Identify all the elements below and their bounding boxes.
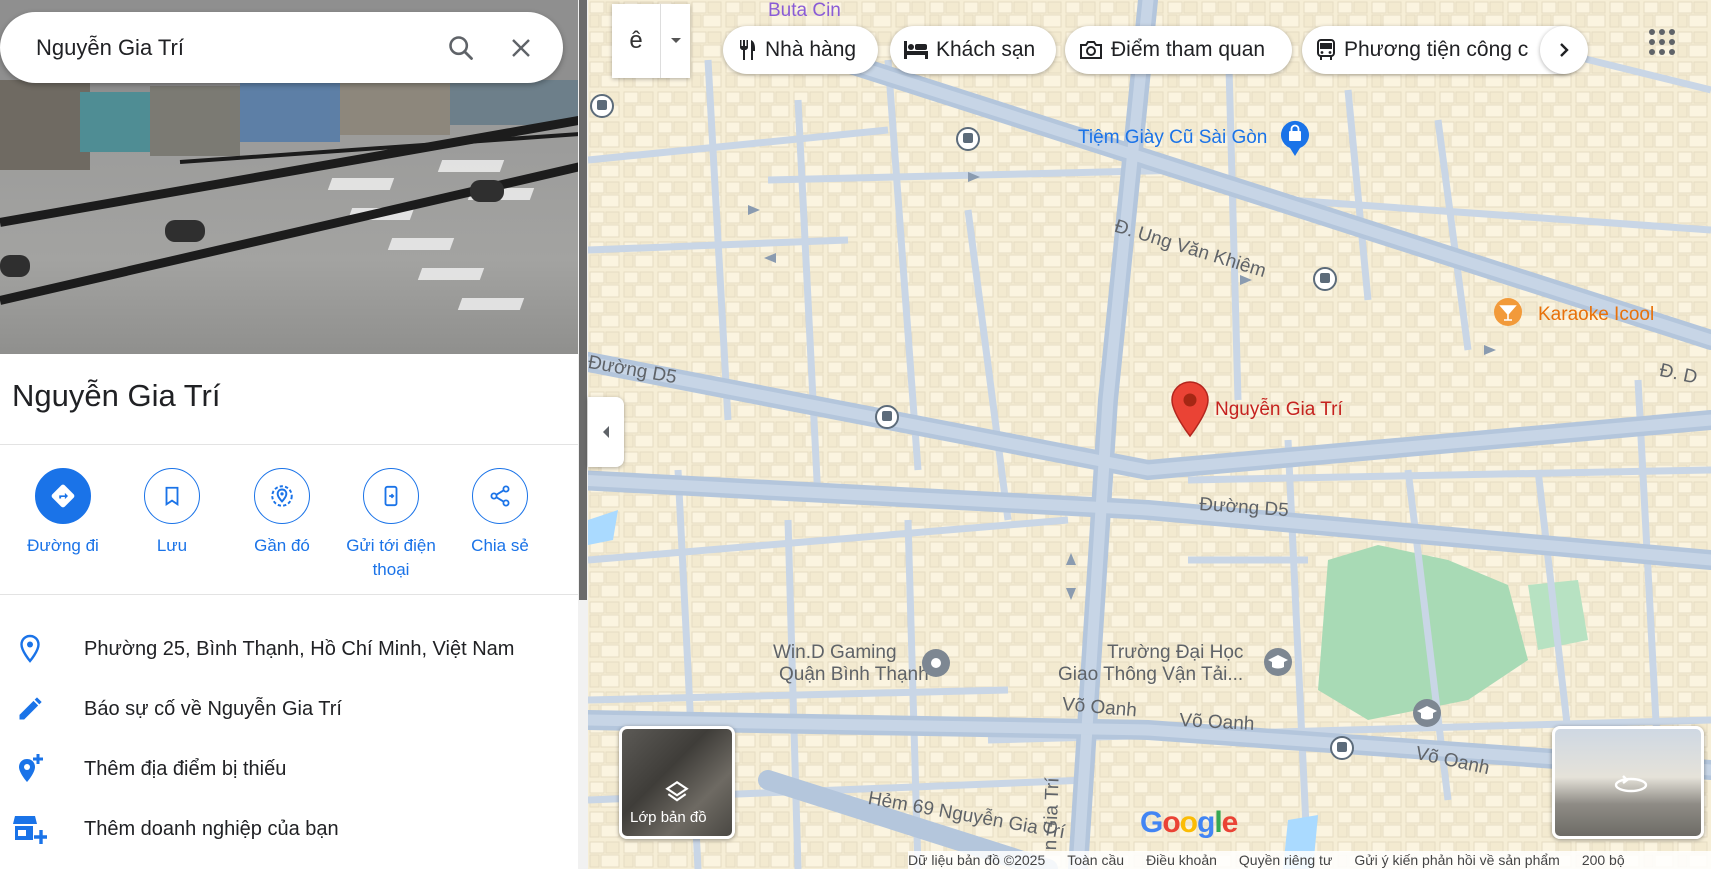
- address-row[interactable]: Phường 25, Bình Thạnh, Hồ Chí Minh, Việt…: [0, 624, 578, 674]
- layers-label: Lớp bản đồ: [630, 809, 707, 826]
- photo-motorbike: [165, 220, 205, 242]
- restaurant-icon: [737, 39, 757, 61]
- place-title: Nguyễn Gia Trí: [12, 378, 221, 413]
- privacy-link[interactable]: Quyền riêng tư: [1239, 852, 1332, 868]
- school-icon[interactable]: [1262, 646, 1294, 678]
- directions-icon: [35, 468, 91, 524]
- poi-university-label-1[interactable]: Trường Đại Học: [1107, 642, 1243, 664]
- panel-scrollbar[interactable]: [578, 0, 588, 869]
- nearby-icon: [254, 468, 310, 524]
- google-logo: Google: [1140, 806, 1238, 839]
- location-pin-icon: [0, 634, 84, 664]
- photo-shop: [0, 80, 90, 170]
- crosswalk-stripe: [387, 238, 455, 250]
- divider: [0, 594, 578, 595]
- scrollbar-thumb[interactable]: [579, 0, 587, 600]
- close-icon[interactable]: [491, 18, 551, 78]
- chip-hotels-label: Khách sạn: [936, 38, 1036, 61]
- layers-icon: [665, 780, 689, 802]
- photo-shop: [80, 92, 150, 152]
- nearby-button[interactable]: Gần đó: [227, 468, 337, 558]
- shopping-bag-icon[interactable]: [1280, 120, 1310, 158]
- terms-link[interactable]: Điều khoản: [1146, 852, 1217, 868]
- photo-shop: [150, 86, 240, 156]
- crosswalk-stripe: [327, 178, 395, 190]
- crosswalk-stripe: [417, 268, 485, 280]
- nearby-label: Gần đó: [254, 536, 310, 555]
- karaoke-icon[interactable]: [1493, 297, 1523, 329]
- marker-label[interactable]: Nguyễn Gia Trí: [1215, 399, 1343, 421]
- input-tools-label[interactable]: ê: [612, 4, 660, 78]
- global-link[interactable]: Toàn cầu: [1067, 852, 1124, 868]
- chevron-right-icon: [1560, 43, 1569, 57]
- share-icon: [472, 468, 528, 524]
- photo-shop: [340, 80, 450, 135]
- apps-grid-icon[interactable]: [1648, 28, 1676, 56]
- street-nguyen-gia-tri-vertical: n Gia Trí: [1040, 777, 1064, 851]
- map-footer: Dữ liệu bản đồ ©2025 Toàn cầu Điều khoản…: [908, 851, 1711, 869]
- chip-hotels[interactable]: Khách sạn: [890, 26, 1056, 74]
- address-text: Phường 25, Bình Thạnh, Hồ Chí Minh, Việt…: [84, 637, 515, 660]
- add-business-text: Thêm doanh nghiệp của bạn: [84, 817, 339, 840]
- feedback-link[interactable]: Gửi ý kiến phản hồi về sản phẩm: [1354, 852, 1560, 868]
- photo-shop: [240, 82, 340, 142]
- search-input[interactable]: Nguyễn Gia Trí: [36, 35, 431, 61]
- directions-button[interactable]: Đường đi: [8, 468, 118, 558]
- collapse-panel-button[interactable]: [588, 397, 624, 467]
- search-box[interactable]: Nguyễn Gia Trí: [0, 12, 563, 83]
- street-view-thumbnail[interactable]: [1552, 726, 1704, 839]
- chip-attractions-label: Điểm tham quan: [1111, 38, 1266, 61]
- hotel-icon: [904, 41, 928, 59]
- photo-motorbike: [470, 180, 504, 202]
- save-label: Lưu: [156, 536, 188, 555]
- map-canvas[interactable]: Buta Cin Tiệm Giày Cũ Sài Gòn Đ. Ung Văn…: [588, 0, 1711, 869]
- chip-restaurants-label: Nhà hàng: [765, 38, 857, 61]
- chip-transit-label: Phương tiện công c: [1344, 38, 1529, 61]
- scale-label[interactable]: 200 bộ: [1582, 852, 1625, 868]
- chevron-down-icon[interactable]: [660, 4, 690, 78]
- street-vo-oanh-2: Võ Oanh: [1178, 710, 1255, 735]
- report-issue-row[interactable]: Báo sự cố về Nguyễn Gia Trí: [0, 684, 578, 734]
- partial-poi-label: Buta Cin: [768, 0, 841, 21]
- chips-scroll-right-button[interactable]: [1540, 26, 1588, 74]
- add-location-icon: [0, 753, 84, 785]
- add-business-row[interactable]: Thêm doanh nghiệp của bạn: [0, 804, 578, 854]
- poi-karaoke-label[interactable]: Karaoke Icool: [1538, 304, 1654, 326]
- rotate-360-icon: [1614, 775, 1648, 793]
- directions-label: Đường đi: [27, 536, 99, 555]
- gaming-poi-icon[interactable]: [920, 648, 952, 682]
- poi-win-d-label-2[interactable]: Quận Bình Thạnh: [779, 664, 929, 686]
- crosswalk-stripe: [437, 160, 505, 172]
- chip-restaurants[interactable]: Nhà hàng: [723, 26, 878, 74]
- school-icon[interactable]: [1411, 697, 1443, 729]
- chip-attractions[interactable]: Điểm tham quan: [1065, 26, 1292, 74]
- report-issue-text: Báo sự cố về Nguyễn Gia Trí: [84, 697, 342, 720]
- crosswalk-stripe: [457, 298, 525, 310]
- divider: [0, 444, 578, 445]
- bookmark-icon: [144, 468, 200, 524]
- send-to-phone-button[interactable]: Gửi tới điện thoại: [336, 468, 446, 582]
- poi-tiem-giay-label[interactable]: Tiệm Giày Cũ Sài Gòn: [1078, 127, 1267, 149]
- send-to-phone-label: Gửi tới điện thoại: [346, 536, 436, 579]
- map-data-copyright: Dữ liệu bản đồ ©2025: [908, 852, 1046, 868]
- caret-left-icon: [603, 426, 609, 438]
- share-label: Chia sẻ: [471, 536, 529, 555]
- photo-motorbike: [0, 255, 30, 277]
- save-button[interactable]: Lưu: [117, 468, 227, 558]
- search-icon[interactable]: [431, 18, 491, 78]
- add-missing-place-row[interactable]: Thêm địa điểm bị thiếu: [0, 744, 578, 794]
- place-panel: Nguyễn Gia Trí Nguyễn Gia Trí Đường đi L…: [0, 0, 578, 869]
- poi-win-d-label-1[interactable]: Win.D Gaming: [773, 642, 897, 664]
- add-missing-place-text: Thêm địa điểm bị thiếu: [84, 757, 287, 780]
- map-marker-icon[interactable]: [1169, 380, 1211, 438]
- send-to-phone-icon: [363, 468, 419, 524]
- input-tools-button[interactable]: ê: [612, 4, 690, 78]
- poi-university-label-2[interactable]: Giao Thông Vận Tải...: [1058, 664, 1243, 686]
- layers-button[interactable]: Lớp bản đồ: [619, 726, 735, 839]
- add-business-icon: [0, 813, 84, 845]
- pencil-icon: [0, 695, 84, 723]
- camera-icon: [1079, 40, 1103, 60]
- share-button[interactable]: Chia sẻ: [445, 468, 555, 558]
- transit-icon: [1316, 39, 1336, 61]
